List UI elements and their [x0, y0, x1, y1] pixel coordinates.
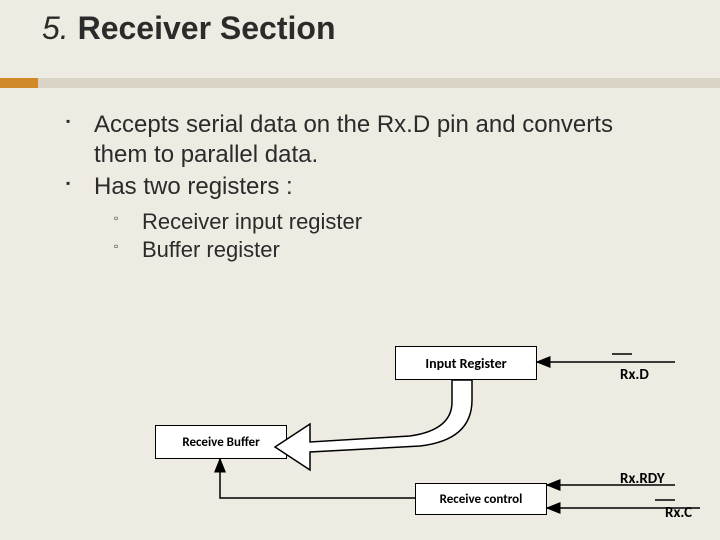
bullet-1: Accepts serial data on the Rx.D pin and … — [60, 110, 670, 170]
block-arrow-icon — [275, 380, 472, 470]
bullet-2-text: Has two registers : — [94, 173, 293, 200]
sub-bullet-1: Receiver input register — [94, 208, 670, 236]
label-rxd: Rx.D — [620, 366, 649, 384]
box-receive-control: Receive control — [415, 483, 547, 515]
title-area: 5. Receiver Section — [0, 0, 720, 47]
label-rxc: Rx.C — [665, 504, 692, 522]
accent-line — [0, 78, 720, 88]
bullet-2: Has two registers : Receiver input regis… — [60, 172, 670, 263]
slide: 5. Receiver Section Accepts serial data … — [0, 0, 720, 540]
body-text: Accepts serial data on the Rx.D pin and … — [60, 110, 670, 265]
label-rxrdy: Rx.RDY — [620, 470, 665, 488]
box-receive-buffer: Receive Buffer — [155, 425, 287, 459]
page-title: Receiver Section — [78, 10, 336, 46]
accent-bar — [0, 78, 38, 88]
arrow-ctrl-to-buffer — [220, 459, 415, 498]
sub-bullet-2: Buffer register — [94, 236, 670, 264]
title-number: 5. — [42, 10, 69, 46]
box-input-register: Input Register — [395, 346, 537, 380]
